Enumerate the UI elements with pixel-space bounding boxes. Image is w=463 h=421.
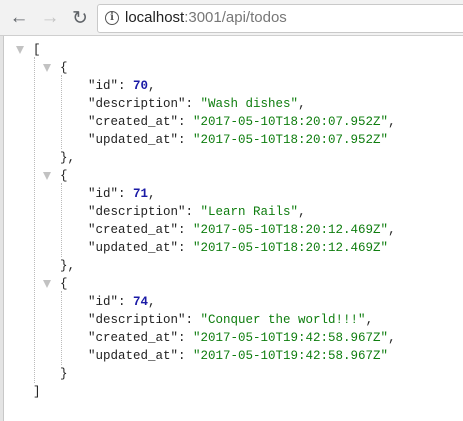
json-field-created-at: "created_at": "2017-05-10T18:20:12.469Z"… xyxy=(88,221,396,239)
json-key: "updated_at": xyxy=(88,349,194,363)
open-brace: { xyxy=(60,169,68,183)
browser-toolbar: ← → ↻ i localhost:3001/api/todos xyxy=(0,0,463,36)
json-field-updated-at: "updated_at": "2017-05-10T18:20:12.469Z" xyxy=(88,239,388,257)
json-line: ] xyxy=(33,383,41,401)
close-bracket: ] xyxy=(33,385,41,399)
json-field-description: "description": "Conquer the world!!!", xyxy=(88,311,373,329)
comma: , xyxy=(148,295,156,309)
json-field-id: "id": 74, xyxy=(88,293,156,311)
json-key: "id": xyxy=(88,187,134,201)
url-host: localhost xyxy=(125,9,185,26)
json-field-created-at: "created_at": "2017-05-10T18:20:07.952Z"… xyxy=(88,113,396,131)
indent-guide xyxy=(61,183,62,257)
comma: , xyxy=(298,205,306,219)
json-number-value: 71 xyxy=(133,187,149,201)
json-line: }, xyxy=(60,149,75,167)
json-field-id: "id": 71, xyxy=(88,185,156,203)
json-field-updated-at: "updated_at": "2017-05-10T18:20:07.952Z" xyxy=(88,131,388,149)
json-key: "id": xyxy=(88,295,134,309)
json-string-value: "Learn Rails" xyxy=(200,205,299,219)
json-field-updated-at: "updated_at": "2017-05-10T19:42:58.967Z" xyxy=(88,347,388,365)
json-line: } xyxy=(60,365,68,383)
json-field-description: "description": "Wash dishes", xyxy=(88,95,306,113)
close-brace: }, xyxy=(60,259,76,273)
json-string-value: "2017-05-10T18:20:07.952Z" xyxy=(193,115,389,129)
json-number-value: 74 xyxy=(133,295,149,309)
json-key: "created_at": xyxy=(88,223,194,237)
json-number-value: 70 xyxy=(133,79,149,93)
comma: , xyxy=(298,97,306,111)
collapse-object-toggle-icon[interactable] xyxy=(43,172,51,180)
info-icon[interactable]: i xyxy=(105,11,119,25)
close-brace: } xyxy=(60,367,68,381)
back-arrow-icon[interactable]: ← xyxy=(8,7,30,29)
comma: , xyxy=(365,313,374,327)
comma: , xyxy=(148,79,156,93)
reload-icon[interactable]: ↻ xyxy=(69,7,91,29)
comma: , xyxy=(388,115,396,129)
indent-guide xyxy=(34,57,35,383)
open-brace: { xyxy=(60,277,68,291)
json-field-description: "description": "Learn Rails", xyxy=(88,203,306,221)
forward-arrow-icon[interactable]: → xyxy=(39,7,61,29)
json-string-value: "2017-05-10T18:20:12.469Z" xyxy=(193,223,389,237)
json-string-value: "2017-05-10T18:20:12.469Z" xyxy=(193,241,389,255)
json-string-value: "2017-05-10T19:42:58.967Z" xyxy=(193,331,389,345)
indent-guide xyxy=(61,75,62,149)
open-bracket: [ xyxy=(33,43,41,57)
comma: , xyxy=(148,187,156,201)
json-key: "id": xyxy=(88,79,134,93)
json-key: "created_at": xyxy=(88,115,194,129)
background-window-edge xyxy=(0,36,4,421)
collapse-object-toggle-icon[interactable] xyxy=(43,64,51,72)
json-field-id: "id": 70, xyxy=(88,77,156,95)
collapse-object-toggle-icon[interactable] xyxy=(43,280,51,288)
json-key: "description": xyxy=(88,313,201,327)
json-line: }, xyxy=(60,257,75,275)
json-key: "description": xyxy=(88,97,201,111)
json-key: "updated_at": xyxy=(88,241,194,255)
collapse-array-toggle-icon[interactable] xyxy=(16,46,24,54)
json-field-created-at: "created_at": "2017-05-10T19:42:58.967Z"… xyxy=(88,329,396,347)
comma: , xyxy=(388,331,396,345)
json-string-value: "2017-05-10T18:20:07.952Z" xyxy=(193,133,389,147)
address-bar[interactable]: i localhost:3001/api/todos xyxy=(97,4,463,33)
open-brace: { xyxy=(60,61,68,75)
url-path: :3001/api/todos xyxy=(184,9,287,26)
json-string-value: "Conquer the world!!!" xyxy=(200,313,366,327)
json-key: "created_at": xyxy=(88,331,194,345)
close-brace: }, xyxy=(60,151,76,165)
comma: , xyxy=(388,223,396,237)
json-key: "updated_at": xyxy=(88,133,194,147)
indent-guide xyxy=(61,291,62,365)
url-text[interactable]: localhost:3001/api/todos xyxy=(125,9,287,26)
json-string-value: "Wash dishes" xyxy=(200,97,299,111)
json-string-value: "2017-05-10T19:42:58.967Z" xyxy=(193,349,389,363)
json-key: "description": xyxy=(88,205,201,219)
